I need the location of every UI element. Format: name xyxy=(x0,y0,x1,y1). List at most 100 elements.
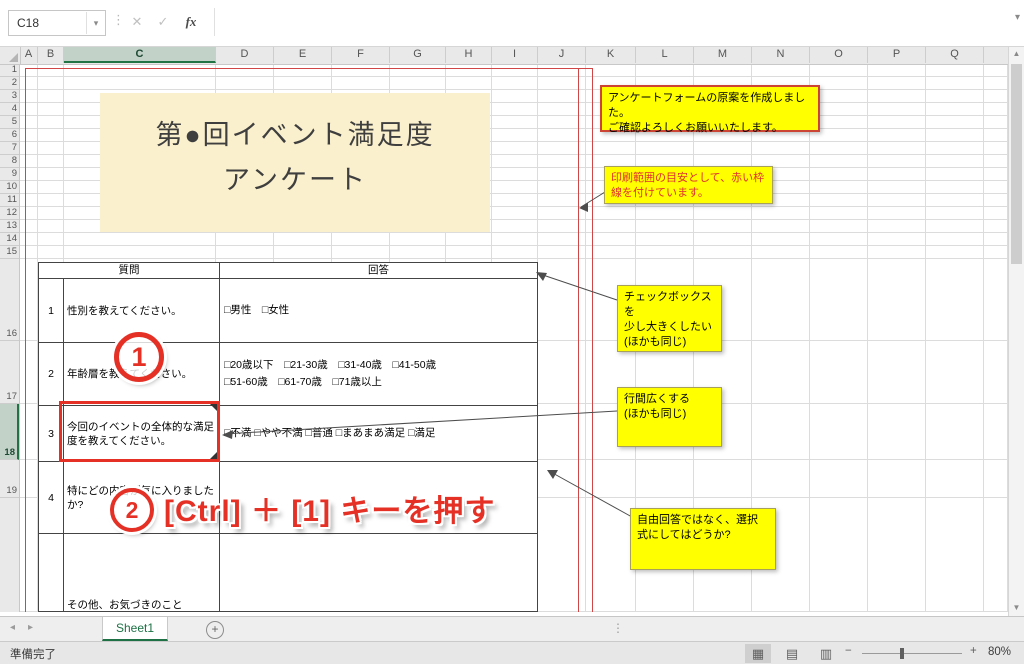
column-header-P[interactable]: P xyxy=(868,46,926,63)
zoom-in-icon[interactable]: + xyxy=(970,645,977,657)
corner-tick-icon xyxy=(210,452,217,459)
enter-check-icon[interactable]: ✓ xyxy=(152,10,174,34)
gridline xyxy=(925,64,926,612)
row-header-2[interactable]: 2 xyxy=(0,77,19,90)
formula-bar: C18 ▾ ⋮ ✕ ✓ fx ▾ xyxy=(0,0,1024,47)
gridline xyxy=(809,64,810,612)
question-header[interactable]: 質問 xyxy=(39,263,219,278)
gridline xyxy=(20,258,1008,259)
step-2-instruction: [Ctrl] ＋ [1] キーを押す xyxy=(164,486,495,530)
status-ready-text: 準備完了 xyxy=(10,646,56,662)
row-header-9[interactable]: 9 xyxy=(0,168,19,181)
gridline xyxy=(20,232,1008,233)
column-header-I[interactable]: I xyxy=(492,46,538,63)
row-header-10[interactable]: 10 xyxy=(0,181,19,194)
title-line-2: アンケート xyxy=(100,158,490,203)
row-header-16[interactable]: 16 xyxy=(0,259,19,341)
row-header-4[interactable]: 4 xyxy=(0,103,19,116)
tab-nav-right-icon[interactable]: ▸ xyxy=(28,622,33,633)
survey-title-shape[interactable]: 第●回イベント満足度 アンケート xyxy=(100,93,490,232)
table-row: 1 性別を教えてください。 □男性 □女性 xyxy=(39,278,537,342)
column-header-F[interactable]: F xyxy=(332,46,390,63)
row-header-15[interactable]: 15 xyxy=(0,246,19,259)
row-header-19[interactable]: 19 xyxy=(0,460,19,498)
column-headers: ABCDEFGHIJKLMNOPQ xyxy=(0,46,1008,65)
row-header-7[interactable]: 7 xyxy=(0,142,19,155)
column-header-L[interactable]: L xyxy=(636,46,694,63)
select-all-button[interactable] xyxy=(0,46,21,65)
row-number-cell[interactable]: 1 xyxy=(39,279,63,342)
row-header-14[interactable]: 14 xyxy=(0,233,19,246)
answer-cell[interactable] xyxy=(219,534,537,612)
tab-sheet1[interactable]: Sheet1 xyxy=(102,617,168,641)
column-header-D[interactable]: D xyxy=(216,46,274,63)
print-guide-right-inner xyxy=(578,68,579,612)
column-header-H[interactable]: H xyxy=(446,46,492,63)
row-header-18[interactable]: 18 xyxy=(0,404,19,460)
page-layout-view-icon[interactable]: ▤ xyxy=(779,644,805,663)
row-number-cell[interactable]: 2 xyxy=(39,343,63,405)
name-box-dropdown-icon[interactable]: ▾ xyxy=(86,12,105,34)
answer-cell[interactable]: □20歳以下 □21-30歳 □31-40歳 □41-50歳 □51-60歳 □… xyxy=(219,343,537,405)
column-header-M[interactable]: M xyxy=(694,46,752,63)
scroll-down-icon[interactable]: ▼ xyxy=(1009,600,1024,616)
sheet-tab-bar: ◂ ▸ Sheet1 + ⋮ ◂ ▸ xyxy=(0,616,1024,641)
row-header-12[interactable]: 12 xyxy=(0,207,19,220)
column-header-J[interactable]: J xyxy=(538,46,586,63)
formula-input[interactable] xyxy=(214,8,999,36)
normal-view-icon[interactable]: ▦ xyxy=(745,644,771,663)
row-header-8[interactable]: 8 xyxy=(0,155,19,168)
row-header-13[interactable]: 13 xyxy=(0,220,19,233)
page-break-view-icon[interactable]: ▥ xyxy=(813,644,839,663)
splitter-dots-icon[interactable]: ⋮ xyxy=(612,621,624,635)
answer-cell[interactable]: □男性 □女性 xyxy=(219,279,537,342)
zoom-slider-handle[interactable] xyxy=(900,648,904,659)
column-header-Q[interactable]: Q xyxy=(926,46,984,63)
comment-note-print-area[interactable]: 印刷範囲の目安として、赤い枠 線を付けています。 xyxy=(604,166,773,204)
gridline xyxy=(983,64,984,612)
gridline xyxy=(20,245,1008,246)
title-line-1: 第●回イベント満足度 xyxy=(100,113,490,158)
column-header-O[interactable]: O xyxy=(810,46,868,63)
scroll-up-icon[interactable]: ▲ xyxy=(1009,46,1024,62)
select-all-triangle-icon xyxy=(9,53,18,62)
row-number-cell[interactable] xyxy=(39,534,63,612)
comment-note-checkbox[interactable]: チェックボックスを 少し大きくしたい (ほかも同じ) xyxy=(617,285,722,352)
vertical-scrollbar[interactable]: ▲ ▼ xyxy=(1008,46,1024,616)
row-number-cell[interactable]: 4 xyxy=(39,462,63,533)
column-header-K[interactable]: K xyxy=(586,46,636,63)
cancel-icon[interactable]: ✕ xyxy=(126,10,148,34)
new-sheet-icon[interactable]: + xyxy=(206,621,224,639)
row-header-5[interactable]: 5 xyxy=(0,116,19,129)
column-header-E[interactable]: E xyxy=(274,46,332,63)
comment-note-line-spacing[interactable]: 行間広くする (ほかも同じ) xyxy=(617,387,722,447)
step-1-badge: 1 xyxy=(114,332,164,382)
comment-note-free-answer[interactable]: 自由回答ではなく、選択 式にしてはどうか? xyxy=(630,508,776,570)
tab-nav-left-icon[interactable]: ◂ xyxy=(10,622,15,633)
table-row: その他、お気づきのこと xyxy=(39,533,537,612)
comment-note-draft[interactable]: アンケートフォームの原案を作成しました。 ご確認よろしくお願いいたします。 xyxy=(600,85,820,132)
name-box[interactable]: C18 ▾ xyxy=(8,10,106,36)
column-header-B[interactable]: B xyxy=(38,46,64,63)
vertical-scrollbar-thumb[interactable] xyxy=(1011,64,1022,264)
column-header-N[interactable]: N xyxy=(752,46,810,63)
print-guide-left xyxy=(25,68,26,612)
question-cell[interactable]: その他、お気づきのこと xyxy=(63,534,219,612)
row-header-17[interactable]: 17 xyxy=(0,341,19,404)
column-header-C[interactable]: C xyxy=(64,46,216,63)
zoom-level[interactable]: 80% xyxy=(988,646,1011,658)
answer-cell[interactable]: □不満 □やや不満 □普通 □まあまあ満足 □満足 xyxy=(219,406,537,461)
row-header-6[interactable]: 6 xyxy=(0,129,19,142)
answer-header[interactable]: 回答 xyxy=(219,263,537,278)
zoom-out-icon[interactable]: − xyxy=(845,645,852,657)
row-header-11[interactable]: 11 xyxy=(0,194,19,207)
collapse-formula-bar-icon[interactable]: ▾ xyxy=(1015,12,1020,23)
gridline xyxy=(585,64,586,612)
column-header-A[interactable]: A xyxy=(20,46,38,63)
insert-function-icon[interactable]: fx xyxy=(180,10,202,34)
zoom-slider[interactable] xyxy=(862,653,962,654)
row-header-1[interactable]: 1 xyxy=(0,64,19,77)
column-header-G[interactable]: G xyxy=(390,46,446,63)
row-header-3[interactable]: 3 xyxy=(0,90,19,103)
corner-tick-icon xyxy=(210,404,217,411)
